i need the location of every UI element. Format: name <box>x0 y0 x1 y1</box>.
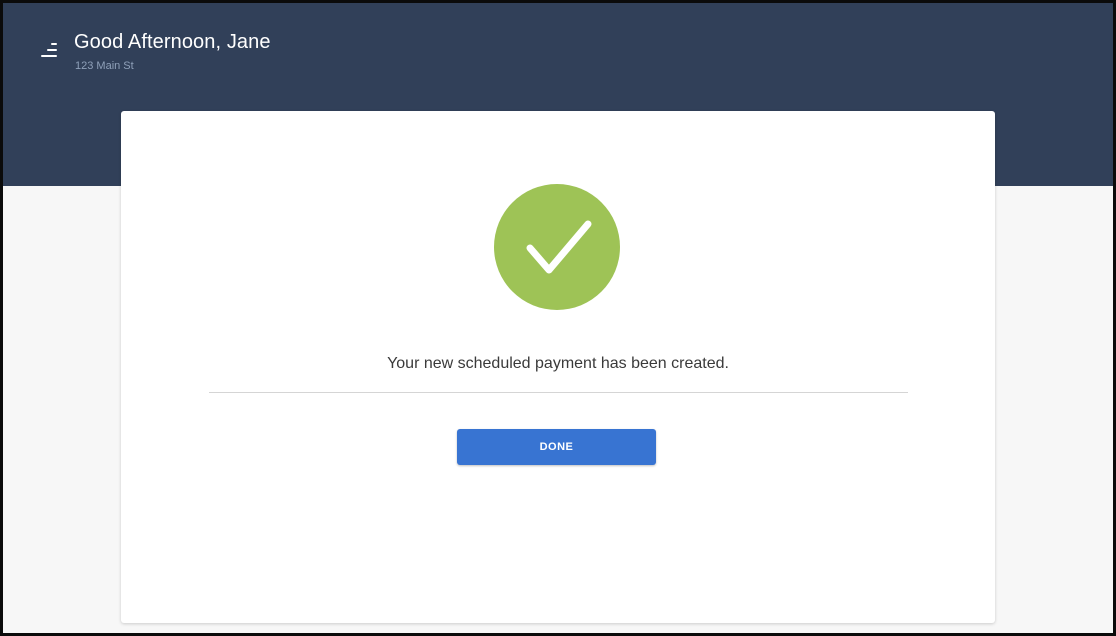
menu-icon-line <box>41 55 57 57</box>
confirmation-card: Your new scheduled payment has been crea… <box>121 111 995 623</box>
greeting-title: Good Afternoon, Jane <box>74 31 271 53</box>
app-window: Good Afternoon, Jane 123 Main St Your ne… <box>0 0 1116 636</box>
divider <box>209 392 908 393</box>
menu-icon-line <box>51 43 57 45</box>
property-address: 123 Main St <box>75 60 134 72</box>
confirmation-message: Your new scheduled payment has been crea… <box>387 355 729 372</box>
checkmark-circle-icon <box>494 184 620 310</box>
menu-icon-line <box>47 49 57 51</box>
done-button[interactable]: DONE <box>457 429 656 465</box>
menu-icon[interactable] <box>37 41 59 61</box>
checkmark-circle-background <box>494 184 620 310</box>
